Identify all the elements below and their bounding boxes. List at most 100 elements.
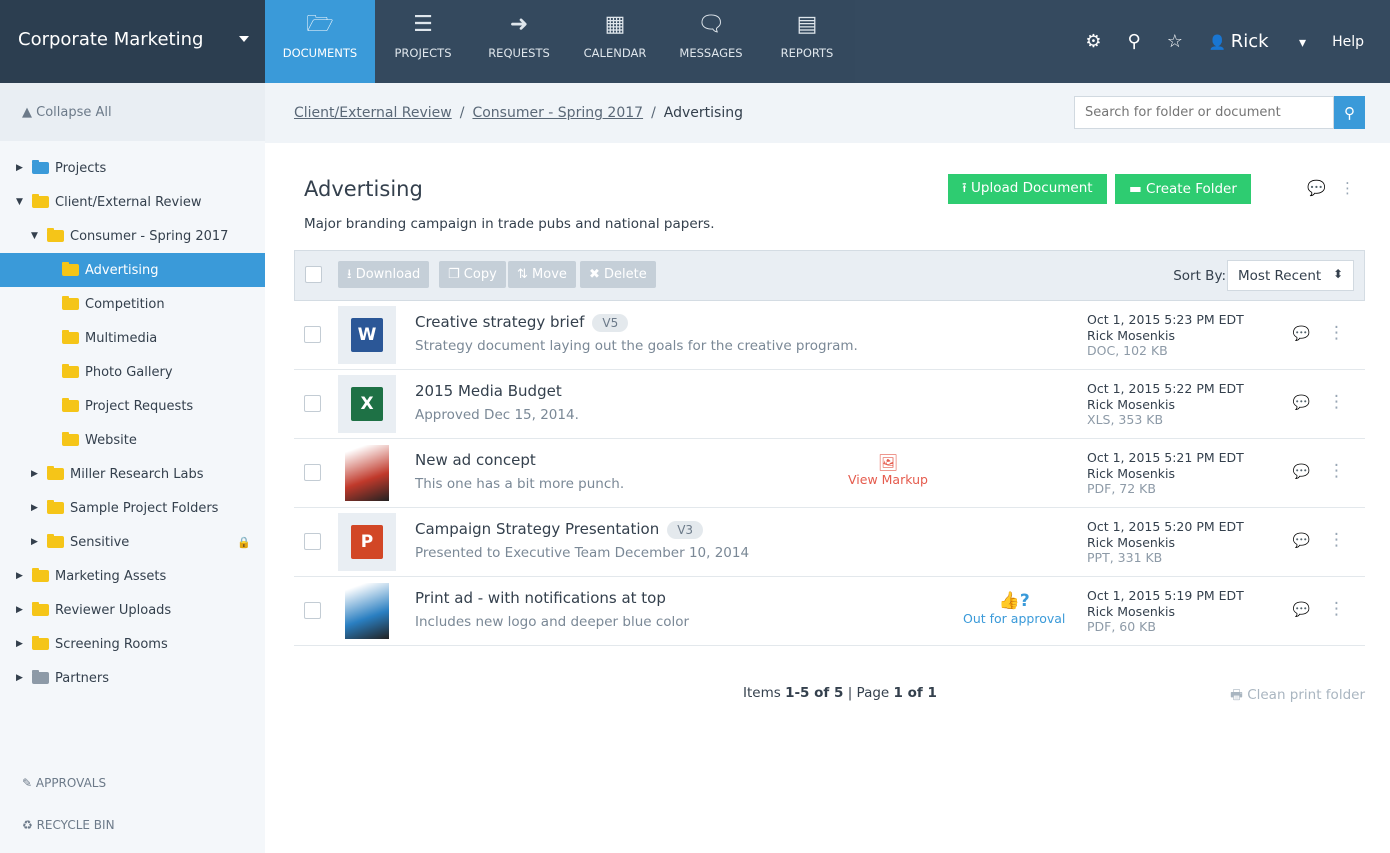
document-name[interactable]: Print ad - with notifications at top bbox=[415, 589, 666, 607]
row-checkbox[interactable] bbox=[304, 602, 321, 619]
table-row[interactable]: X 2015 Media Budget Approved Dec 15, 2014.… bbox=[294, 370, 1365, 439]
clean-print-folder-link[interactable]: 🖶 Clean print folder bbox=[1230, 685, 1365, 708]
document-name[interactable]: 2015 Media Budget bbox=[415, 382, 562, 400]
copy-button[interactable]: ❐ Copy bbox=[439, 261, 506, 288]
tree-item[interactable]: Website bbox=[0, 423, 265, 457]
comment-icon[interactable]: 💬 bbox=[1293, 464, 1310, 480]
expand-arrow-icon[interactable]: ▶ bbox=[16, 605, 26, 615]
document-thumbnail[interactable]: P bbox=[338, 513, 396, 571]
download-button[interactable]: ⭳ Download bbox=[338, 261, 430, 288]
delete-button[interactable]: ✖ Delete bbox=[580, 261, 656, 288]
document-title[interactable]: Campaign Strategy Presentation V3 bbox=[415, 520, 704, 539]
search-icon[interactable]: ⚲ bbox=[1128, 31, 1141, 52]
view-markup-link[interactable]: 🖼 View Markup bbox=[848, 453, 928, 487]
search-button[interactable]: ⚲ bbox=[1334, 96, 1365, 129]
tree-item[interactable]: Project Requests bbox=[0, 389, 265, 423]
tree-item[interactable]: Competition bbox=[0, 287, 265, 321]
tab-documents[interactable]: 🗁 DOCUMENTS bbox=[265, 0, 375, 83]
comment-icon[interactable]: 💬 bbox=[1293, 395, 1310, 411]
table-row[interactable]: Print ad - with notifications at top Incl… bbox=[294, 577, 1365, 646]
tab-projects[interactable]: ☰ PROJECTS bbox=[375, 0, 471, 83]
row-checkbox[interactable] bbox=[304, 533, 321, 550]
tree-item[interactable]: ▶ Partners bbox=[0, 661, 265, 695]
create-folder-button[interactable]: ▬ Create Folder bbox=[1115, 174, 1251, 204]
document-thumbnail[interactable] bbox=[338, 444, 396, 502]
comment-icon[interactable]: 💬 bbox=[1293, 533, 1310, 549]
tree-item[interactable]: Advertising bbox=[0, 253, 265, 287]
tree-item[interactable]: ▼ Consumer - Spring 2017 bbox=[0, 219, 265, 253]
row-checkbox[interactable] bbox=[304, 464, 321, 481]
table-row[interactable]: P Campaign Strategy Presentation V3 Present… bbox=[294, 508, 1365, 577]
table-row[interactable]: W Creative strategy brief V5 Strategy docum… bbox=[294, 301, 1365, 370]
document-title[interactable]: 2015 Media Budget bbox=[415, 382, 562, 400]
upload-document-button[interactable]: ⭱ Upload Document bbox=[948, 174, 1107, 204]
row-checkbox[interactable] bbox=[304, 395, 321, 412]
tree-item[interactable]: ▶ Screening Rooms bbox=[0, 627, 265, 661]
expand-arrow-icon[interactable]: ▶ bbox=[31, 469, 41, 479]
expand-arrow-icon[interactable]: ▶ bbox=[16, 639, 26, 649]
document-name[interactable]: Creative strategy brief bbox=[415, 313, 584, 331]
expand-arrow-icon[interactable]: ▶ bbox=[16, 673, 26, 683]
document-thumbnail[interactable] bbox=[338, 582, 396, 640]
document-title[interactable]: Print ad - with notifications at top bbox=[415, 589, 666, 607]
search-input[interactable] bbox=[1074, 96, 1334, 129]
document-title[interactable]: New ad concept bbox=[415, 451, 536, 469]
select-all-checkbox[interactable] bbox=[305, 266, 322, 283]
modified-date: Oct 1, 2015 5:23 PM EDT bbox=[1087, 312, 1244, 327]
more-options-icon[interactable]: ⋮ bbox=[1328, 323, 1345, 343]
document-name[interactable]: Campaign Strategy Presentation bbox=[415, 520, 659, 538]
recycle-bin-link[interactable]: ♻ RECYCLE BIN bbox=[22, 818, 115, 832]
tree-item[interactable]: ▶ Sensitive 🔒 bbox=[0, 525, 265, 559]
document-thumbnail[interactable]: W bbox=[338, 306, 396, 364]
comment-icon[interactable]: 💬 bbox=[1293, 602, 1310, 618]
approval-status[interactable]: 👍? Out for approval bbox=[963, 591, 1065, 626]
folder-description: Major branding campaign in trade pubs an… bbox=[304, 216, 715, 232]
table-row[interactable]: New ad concept This one has a bit more pu… bbox=[294, 439, 1365, 508]
tree-item[interactable]: ▼ Client/External Review bbox=[0, 185, 265, 219]
comment-icon[interactable]: 💬 bbox=[1293, 326, 1310, 342]
expand-arrow-icon[interactable]: ▶ bbox=[16, 163, 26, 173]
tab-requests[interactable]: ➜ REQUESTS bbox=[471, 0, 567, 83]
approvals-link[interactable]: ✎ APPROVALS bbox=[22, 776, 106, 790]
owner-name: Rick Mosenkis bbox=[1087, 465, 1176, 481]
breadcrumb-link[interactable]: Client/External Review bbox=[294, 105, 452, 121]
tree-item[interactable]: Photo Gallery bbox=[0, 355, 265, 389]
tree-item[interactable]: ▶ Marketing Assets bbox=[0, 559, 265, 593]
workspace-name: Corporate Marketing bbox=[18, 29, 204, 50]
expand-arrow-icon[interactable]: ▶ bbox=[16, 571, 26, 581]
tree-item[interactable]: Multimedia bbox=[0, 321, 265, 355]
tab-reports[interactable]: ▤ REPORTS bbox=[759, 0, 855, 83]
tree-item-label: Client/External Review bbox=[55, 194, 202, 210]
tree-item[interactable]: ▶ Miller Research Labs bbox=[0, 457, 265, 491]
sort-select[interactable]: Most Recent bbox=[1227, 260, 1354, 291]
user-menu[interactable]: 👤 Rick ▾ bbox=[1209, 31, 1306, 52]
more-options-icon[interactable]: ⋮ bbox=[1328, 392, 1345, 412]
workspace-switcher[interactable]: Corporate Marketing bbox=[0, 0, 265, 83]
gear-icon[interactable]: ⚙ bbox=[1085, 31, 1101, 52]
tree-item[interactable]: ▶ Reviewer Uploads bbox=[0, 593, 265, 627]
star-icon[interactable]: ☆ bbox=[1167, 31, 1183, 52]
expand-arrow-icon[interactable]: ▶ bbox=[31, 503, 41, 513]
more-options-icon[interactable]: ⋮ bbox=[1328, 530, 1345, 550]
document-thumbnail[interactable]: X bbox=[338, 375, 396, 433]
collapse-arrow-icon[interactable]: ▼ bbox=[31, 231, 41, 241]
breadcrumb-link[interactable]: Consumer - Spring 2017 bbox=[472, 105, 643, 121]
row-checkbox[interactable] bbox=[304, 326, 321, 343]
move-button[interactable]: ⇅ Move bbox=[508, 261, 576, 288]
document-title[interactable]: Creative strategy brief V5 bbox=[415, 313, 629, 332]
tab-calendar[interactable]: ▦ CALENDAR bbox=[567, 0, 663, 83]
tree-item[interactable]: ▶ Sample Project Folders bbox=[0, 491, 265, 525]
comment-icon[interactable]: 💬 bbox=[1307, 179, 1326, 197]
tree-item[interactable]: ▶ Projects bbox=[0, 151, 265, 185]
powerpoint-file-icon: P bbox=[351, 525, 383, 559]
collapse-all-button[interactable]: ▲ Collapse All bbox=[0, 83, 265, 141]
more-options-icon[interactable]: ⋮ bbox=[1328, 461, 1345, 481]
collapse-arrow-icon[interactable]: ▼ bbox=[16, 197, 26, 207]
file-size: XLS, 353 KB bbox=[1087, 412, 1164, 427]
more-options-icon[interactable]: ⋮ bbox=[1328, 599, 1345, 619]
expand-arrow-icon[interactable]: ▶ bbox=[31, 537, 41, 547]
tab-messages[interactable]: 🗨 MESSAGES bbox=[663, 0, 759, 83]
help-link[interactable]: Help bbox=[1332, 34, 1364, 50]
more-options-icon[interactable]: ⋮ bbox=[1340, 179, 1355, 197]
document-name[interactable]: New ad concept bbox=[415, 451, 536, 469]
